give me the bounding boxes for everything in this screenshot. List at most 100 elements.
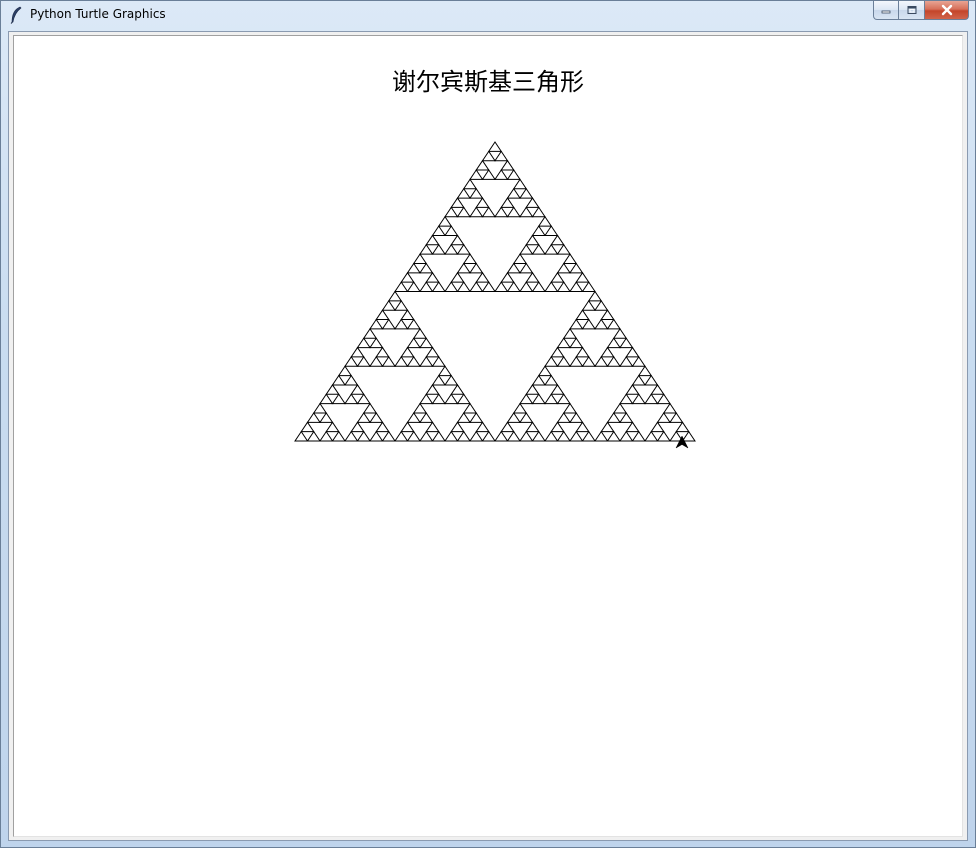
fractal-triangle bbox=[400, 309, 415, 321]
fractal-triangle bbox=[644, 430, 659, 442]
fractal-triangle bbox=[525, 271, 540, 283]
fractal-triangle bbox=[556, 393, 571, 405]
fractal-triangle bbox=[369, 356, 384, 367]
fractal-triangle bbox=[306, 430, 321, 442]
fractal-triangle bbox=[331, 374, 346, 386]
fractal-triangle bbox=[394, 318, 409, 330]
fractal-triangle bbox=[625, 346, 640, 358]
fractal-triangle bbox=[362, 327, 378, 339]
feather-icon bbox=[10, 6, 22, 24]
fractal-triangle bbox=[562, 253, 578, 264]
fractal-triangle bbox=[381, 430, 396, 442]
fractal-triangle bbox=[569, 430, 584, 442]
fractal-triangle bbox=[506, 169, 521, 180]
fractal-triangle bbox=[419, 412, 434, 423]
fractal-triangle bbox=[444, 206, 459, 218]
fractal-triangle bbox=[581, 281, 596, 292]
turtle-canvas[interactable]: 谢尔宾斯基三角形 bbox=[13, 35, 963, 837]
fractal-triangle bbox=[494, 169, 509, 180]
fractal-triangle bbox=[450, 271, 465, 283]
fractal-triangle bbox=[594, 318, 609, 330]
fractal-triangle bbox=[631, 393, 646, 405]
fractal-triangle bbox=[506, 281, 521, 292]
fractal-triangle bbox=[656, 412, 671, 423]
fractal-triangle bbox=[512, 402, 528, 414]
fractal-triangle bbox=[331, 393, 346, 405]
fractal-triangle bbox=[444, 225, 459, 236]
fractal-triangle bbox=[469, 262, 484, 274]
fractal-triangle bbox=[306, 412, 321, 423]
fractal-triangle bbox=[394, 299, 409, 311]
minimize-button[interactable] bbox=[873, 1, 899, 20]
close-button[interactable] bbox=[925, 1, 969, 20]
fractal-triangle bbox=[325, 384, 340, 395]
fractal-triangle bbox=[481, 169, 496, 180]
fractal-triangle bbox=[606, 356, 621, 367]
fractal-triangle bbox=[344, 374, 359, 386]
fractal-triangle bbox=[475, 159, 490, 171]
fractal-triangle bbox=[437, 365, 453, 377]
fractal-triangle bbox=[469, 430, 484, 442]
fractal-triangle bbox=[319, 412, 334, 423]
fractal-triangle bbox=[356, 393, 371, 405]
fractal-triangle bbox=[631, 430, 646, 442]
fractal-triangle bbox=[450, 197, 465, 208]
fractal-triangle bbox=[319, 393, 334, 405]
title-bar[interactable]: Python Turtle Graphics bbox=[1, 1, 975, 30]
fractal-triangle bbox=[556, 243, 571, 255]
fractal-triangle bbox=[425, 234, 440, 246]
fractal-triangle bbox=[431, 356, 446, 367]
fractal-triangle bbox=[587, 290, 603, 302]
fractal-triangle bbox=[375, 421, 390, 433]
fractal-triangle bbox=[319, 430, 334, 442]
fractal-triangle bbox=[444, 393, 459, 405]
fractal-triangle bbox=[619, 356, 634, 367]
fractal-triangle bbox=[431, 281, 446, 292]
fractal-triangle bbox=[525, 384, 540, 395]
fractal-triangle bbox=[356, 337, 371, 349]
fractal-triangle bbox=[681, 430, 696, 442]
fractal-triangle bbox=[600, 309, 615, 321]
fractal-triangle bbox=[531, 374, 546, 386]
fractal-triangle bbox=[531, 243, 546, 255]
fractal-triangle bbox=[650, 421, 665, 433]
fractal-triangle bbox=[531, 206, 546, 218]
maximize-button[interactable] bbox=[899, 1, 925, 20]
fractal-triangle bbox=[544, 393, 559, 405]
fractal-triangle bbox=[556, 412, 571, 423]
fractal-triangle bbox=[419, 430, 434, 442]
fractal-triangle bbox=[662, 402, 678, 414]
fractal-triangle bbox=[675, 421, 690, 433]
caption-buttons bbox=[873, 1, 969, 21]
fractal-triangle bbox=[500, 271, 515, 283]
fractal-triangle bbox=[425, 384, 440, 395]
fractal-triangle bbox=[575, 271, 590, 283]
fractal-triangle bbox=[619, 337, 634, 349]
fractal-triangle bbox=[531, 430, 546, 442]
sierpinski-triangle bbox=[294, 141, 696, 449]
fractal-triangle bbox=[456, 243, 471, 255]
fractal-triangle bbox=[650, 384, 665, 395]
fractal-triangle bbox=[444, 243, 459, 255]
fractal-triangle bbox=[300, 421, 315, 433]
fractal-triangle bbox=[594, 299, 609, 311]
fractal-triangle bbox=[412, 327, 428, 339]
fractal-triangle bbox=[462, 402, 478, 414]
fractal-triangle bbox=[569, 281, 584, 292]
fractal-triangle bbox=[500, 159, 515, 171]
fractal-triangle bbox=[531, 281, 546, 292]
fractal-triangle bbox=[619, 393, 634, 405]
fractal-triangle bbox=[569, 356, 584, 367]
fractal-triangle bbox=[581, 430, 596, 442]
fractal-triangle bbox=[350, 421, 365, 433]
fractal-triangle bbox=[356, 430, 371, 442]
fractal-triangle bbox=[450, 384, 465, 395]
turtle-window: Python Turtle Graphics 谢尔宾斯基三角形 bbox=[0, 0, 976, 848]
fractal-triangle bbox=[481, 150, 496, 162]
fractal-triangle bbox=[556, 281, 571, 292]
fractal-triangle bbox=[537, 215, 553, 227]
fractal-triangle bbox=[344, 356, 359, 367]
fractal-triangle bbox=[419, 243, 434, 255]
fractal-triangle bbox=[400, 421, 415, 433]
fractal-triangle bbox=[644, 393, 659, 405]
